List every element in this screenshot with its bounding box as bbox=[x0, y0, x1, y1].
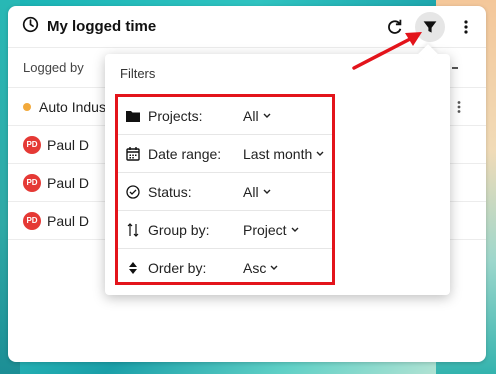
user-name: Paul D bbox=[47, 174, 90, 191]
more-options-button[interactable] bbox=[454, 15, 478, 39]
sort-arrows-icon bbox=[126, 222, 140, 237]
chevron-down-icon bbox=[316, 151, 324, 156]
filter-label: Group by: bbox=[148, 221, 210, 238]
filter-order-by[interactable]: Order by: Asc bbox=[118, 249, 332, 287]
group-label: Auto Indus bbox=[39, 98, 106, 115]
sort-indicator bbox=[452, 67, 458, 69]
filter-label: Date range: bbox=[148, 145, 222, 162]
chevron-down-icon bbox=[270, 265, 278, 270]
filter-label: Status: bbox=[148, 183, 192, 200]
filter-value: All bbox=[243, 183, 259, 200]
filter-value: All bbox=[243, 107, 259, 124]
user-name: Paul D bbox=[47, 212, 90, 229]
clock-icon bbox=[22, 16, 39, 38]
card-title: My logged time bbox=[47, 18, 157, 35]
group-by-dropdown[interactable]: Project bbox=[243, 222, 299, 238]
folder-icon bbox=[126, 109, 140, 123]
more-vertical-icon bbox=[464, 20, 468, 34]
calendar-icon bbox=[126, 146, 140, 161]
avatar: PD bbox=[23, 173, 41, 192]
filter-value: Project bbox=[243, 221, 287, 238]
order-by-dropdown[interactable]: Asc bbox=[243, 260, 278, 276]
avatar: PD bbox=[23, 135, 41, 154]
date-range-dropdown[interactable]: Last month bbox=[243, 146, 324, 162]
filters-dropdown: Filters Projects: All Date range: Last m… bbox=[105, 44, 450, 295]
filter-value: Last month bbox=[243, 145, 313, 162]
filter-date-range[interactable]: Date range: Last month bbox=[118, 135, 332, 173]
chevron-down-icon bbox=[291, 227, 299, 232]
filter-group-by[interactable]: Group by: Project bbox=[118, 211, 332, 249]
filter-label: Order by: bbox=[148, 260, 207, 276]
user-name: Paul D bbox=[47, 136, 90, 153]
status-dropdown[interactable]: All bbox=[243, 184, 271, 200]
filters-title: Filters bbox=[120, 66, 156, 81]
group-dot bbox=[23, 102, 31, 111]
filter-projects[interactable]: Projects: All bbox=[118, 97, 332, 135]
more-vertical-icon[interactable] bbox=[456, 100, 462, 117]
filters-highlight-box: Projects: All Date range: Last month Sta… bbox=[115, 94, 335, 285]
avatar: PD bbox=[23, 211, 41, 230]
chevron-down-icon bbox=[263, 189, 271, 194]
annotation-arrow-icon bbox=[352, 32, 422, 70]
projects-dropdown[interactable]: All bbox=[243, 108, 271, 124]
check-circle-icon bbox=[126, 184, 140, 199]
chevron-down-icon bbox=[263, 113, 271, 118]
filter-label: Projects: bbox=[148, 107, 203, 124]
filter-value: Asc bbox=[243, 260, 267, 276]
column-header-logged-by[interactable]: Logged by bbox=[23, 60, 84, 75]
order-icon bbox=[126, 261, 140, 275]
filter-status[interactable]: Status: All bbox=[118, 173, 332, 211]
